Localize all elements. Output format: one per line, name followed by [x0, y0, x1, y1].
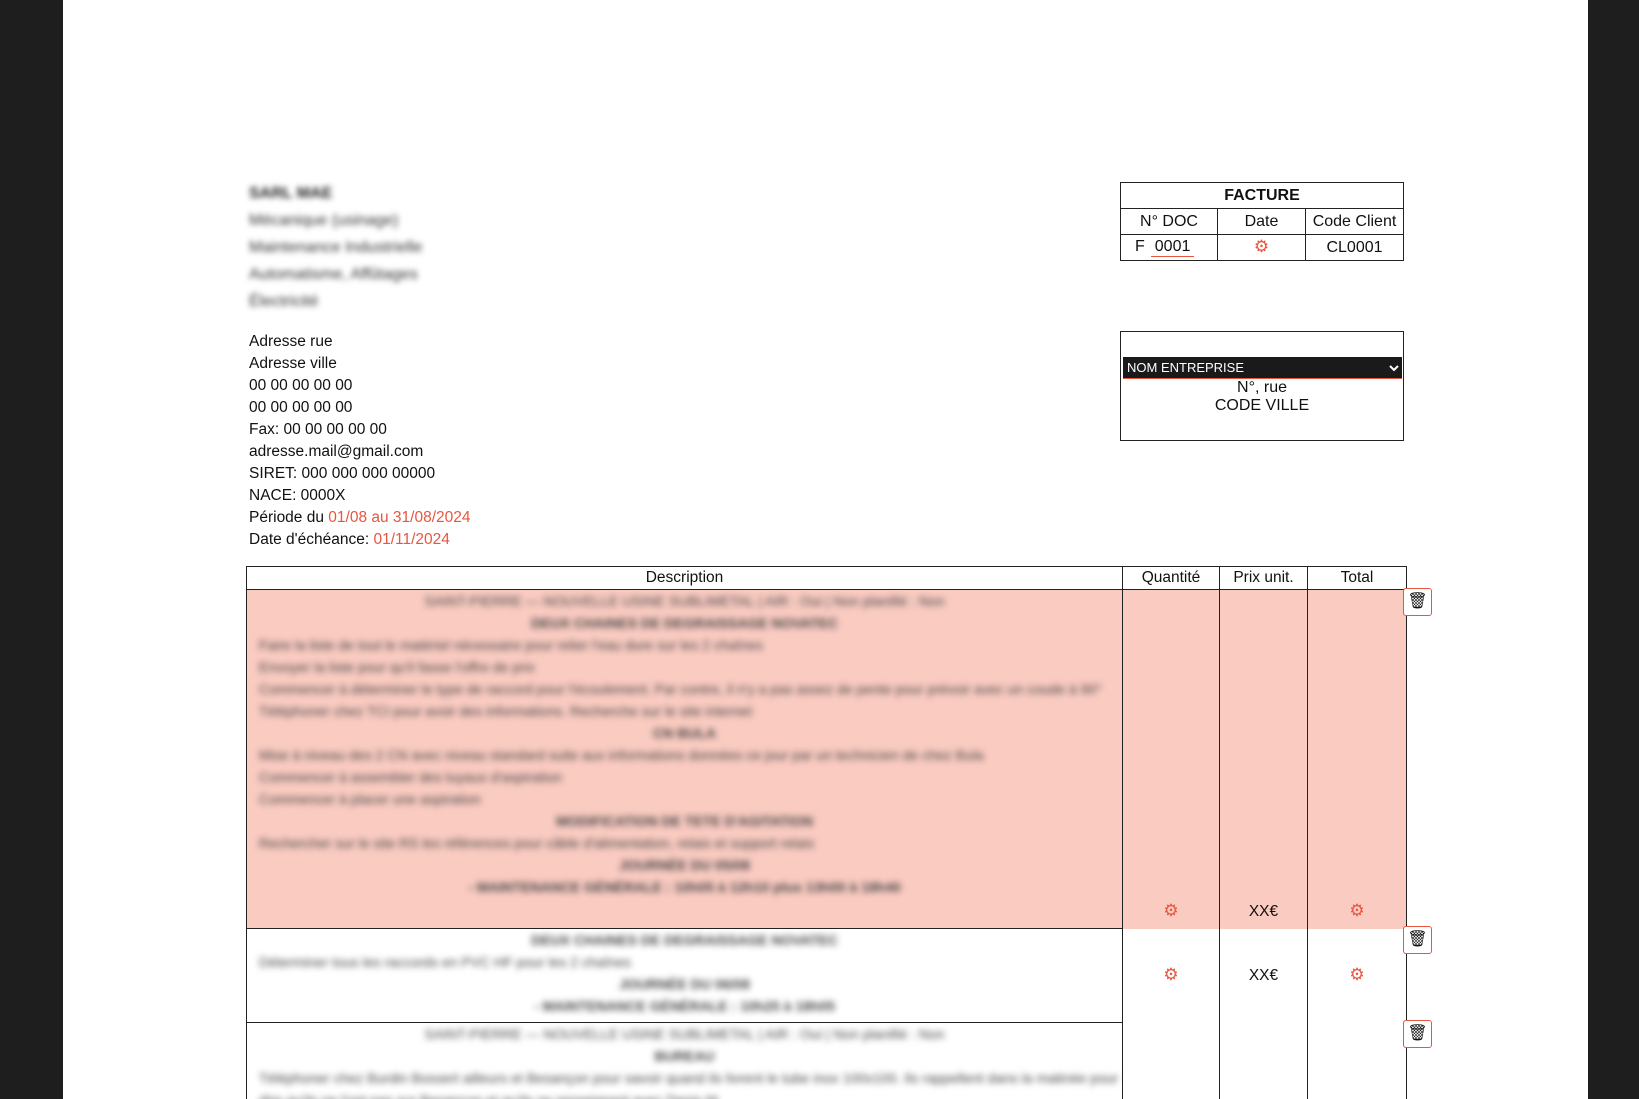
row-unit-price	[1219, 1022, 1308, 1099]
delete-row-button[interactable]: 🗑	[1403, 926, 1432, 954]
period: Période du 01/08 au 31/08/2024	[249, 507, 471, 529]
due-date-value[interactable]: 01/11/2024	[373, 531, 449, 548]
gear-icon[interactable]: ⚙	[1349, 965, 1364, 984]
trash-icon: 🗑	[1407, 1025, 1428, 1042]
email: adresse.mail@gmail.com	[249, 443, 424, 460]
desc-line: JOURNÉE DU 05/08	[619, 857, 750, 873]
company-activity: Électricité	[249, 293, 319, 310]
gear-icon[interactable]: ⚙	[1254, 237, 1269, 256]
desc-line: Déterminer tous les raccords en PVC HF p…	[259, 954, 631, 970]
desc-line: Commencer à déterminer le type de raccor…	[259, 681, 1102, 697]
row-unit-price: XX€	[1219, 589, 1308, 929]
company-activity: Maintenance Industrielle	[249, 239, 423, 256]
row-description[interactable]: SAINT-PIERRE — NOUVELLE USINE SUBLIMETAL…	[246, 1022, 1123, 1099]
gear-icon[interactable]: ⚙	[1349, 901, 1364, 920]
desc-line: BUREAU	[654, 1048, 715, 1064]
desc-line: Mise à niveau des 2 CN avec niveau stand…	[259, 747, 984, 763]
table-row: SAINT-PIERRE — NOUVELLE USINE SUBLIMETAL…	[246, 589, 1407, 929]
address-street: Adresse rue	[249, 333, 333, 350]
desc-line: JOURNÉE DU 06/08	[619, 976, 750, 992]
delete-row-button[interactable]: 🗑	[1403, 1020, 1432, 1048]
phone-1: 00 00 00 00 00	[249, 377, 353, 394]
nace: NACE: 0000X	[249, 487, 346, 504]
client-street: N°, rue	[1237, 379, 1287, 396]
company-info: SARL MAE Mécanique (usinage) Maintenance…	[249, 180, 422, 315]
doc-number-input[interactable]: 0001	[1150, 238, 1195, 257]
desc-line: CN BULA	[653, 725, 716, 741]
desc-line: Commencer à assembler des tuyaux d'aspir…	[259, 769, 563, 785]
table-row: DEUX CHAINES DE DEGRAISSAGE NOVATEC Déte…	[246, 928, 1407, 1023]
due-date-label: Date d'échéance:	[249, 531, 374, 548]
row-description[interactable]: DEUX CHAINES DE DEGRAISSAGE NOVATEC Déte…	[246, 928, 1123, 1023]
desc-line: - MAINTENANCE GÉNÉRALE : 10h25 à 18h05	[533, 998, 836, 1014]
company-address: Adresse rue Adresse ville 00 00 00 00 00…	[249, 331, 471, 551]
description-header: Description	[246, 566, 1123, 590]
company-activity: Automatisme, Affûtages	[249, 266, 418, 283]
desc-line: Commencer à placer une aspiration	[259, 791, 481, 807]
unit-price-value[interactable]: XX€	[1249, 967, 1278, 984]
desc-line: SAINT-PIERRE — NOUVELLE USINE SUBLIMETAL…	[424, 593, 945, 609]
client-box: NOM ENTREPRISE N°, rue CODE VILLE	[1120, 331, 1404, 441]
client-code-header: Code Client	[1305, 208, 1404, 235]
desc-line: Envoyer la liste pour qu'il fasse l'offr…	[259, 659, 535, 675]
row-total	[1307, 1022, 1407, 1099]
trash-icon: 🗑	[1407, 931, 1428, 948]
unit-price-value[interactable]: XX€	[1220, 903, 1307, 929]
doc-prefix: F	[1135, 238, 1145, 255]
gear-icon[interactable]: ⚙	[1163, 901, 1178, 920]
quantity-header: Quantité	[1122, 566, 1220, 590]
row-description[interactable]: SAINT-PIERRE — NOUVELLE USINE SUBLIMETAL…	[246, 589, 1123, 929]
total-header: Total	[1307, 566, 1407, 590]
client-select[interactable]: NOM ENTREPRISE	[1123, 357, 1402, 379]
row-quantity: ⚙	[1122, 928, 1220, 1023]
company-activity: Mécanique (usinage)	[249, 212, 399, 229]
desc-line: Téléphoner chez Burdin Bossert ailleurs …	[259, 1070, 1119, 1099]
gear-icon[interactable]: ⚙	[1163, 965, 1178, 984]
due-date: Date d'échéance: 01/11/2024	[249, 529, 471, 551]
desc-line: Rechercher sur le site RS les références…	[259, 835, 815, 851]
row-total: ⚙	[1307, 928, 1407, 1023]
address-city: Adresse ville	[249, 355, 337, 372]
facture-title: FACTURE	[1120, 182, 1404, 209]
invoice-page: SARL MAE Mécanique (usinage) Maintenance…	[63, 0, 1588, 1099]
desc-line: DEUX CHAINES DE DEGRAISSAGE NOVATEC	[531, 932, 838, 948]
doc-number-header: N° DOC	[1120, 208, 1218, 235]
trash-icon: 🗑	[1407, 593, 1428, 610]
table-row: SAINT-PIERRE — NOUVELLE USINE SUBLIMETAL…	[246, 1022, 1407, 1099]
doc-number-cell: F 0001	[1120, 234, 1218, 261]
company-name: SARL MAE	[249, 185, 333, 202]
desc-line: - MAINTENANCE GÉNÉRALE : 10h05 à 12h10 p…	[468, 879, 901, 895]
phone-2: 00 00 00 00 00	[249, 399, 353, 416]
client-city: CODE VILLE	[1214, 397, 1310, 414]
desc-line: Téléphoner chez TCI pour avoir des infor…	[259, 703, 753, 719]
row-quantity: ⚙	[1122, 589, 1220, 929]
unit-price-header: Prix unit.	[1219, 566, 1308, 590]
delete-row-button[interactable]: 🗑	[1403, 588, 1432, 616]
row-quantity	[1122, 1022, 1220, 1099]
siret: SIRET: 000 000 000 00000	[249, 465, 436, 482]
row-unit-price: XX€	[1219, 928, 1308, 1023]
date-header: Date	[1217, 208, 1306, 235]
desc-line: MODIFICATION DE TETE D'AGITATION	[556, 813, 813, 829]
desc-line: DEUX CHAINES DE DEGRAISSAGE NOVATEC	[531, 615, 838, 631]
desc-line: SAINT-PIERRE — NOUVELLE USINE SUBLIMETAL…	[424, 1026, 945, 1042]
date-cell: ⚙	[1217, 234, 1306, 261]
facture-table: FACTURE N° DOC Date Code Client F 0001 ⚙ …	[1120, 182, 1404, 261]
row-total: ⚙	[1307, 589, 1407, 929]
desc-line: Faire la liste de tout le matériel néces…	[259, 637, 763, 653]
fax: Fax: 00 00 00 00 00	[249, 421, 387, 438]
period-value[interactable]: 01/08 au 31/08/2024	[328, 509, 470, 526]
items-table: Description Quantité Prix unit. Total SA…	[246, 566, 1407, 1099]
client-code: CL0001	[1305, 234, 1404, 261]
period-label: Période du	[249, 509, 329, 526]
